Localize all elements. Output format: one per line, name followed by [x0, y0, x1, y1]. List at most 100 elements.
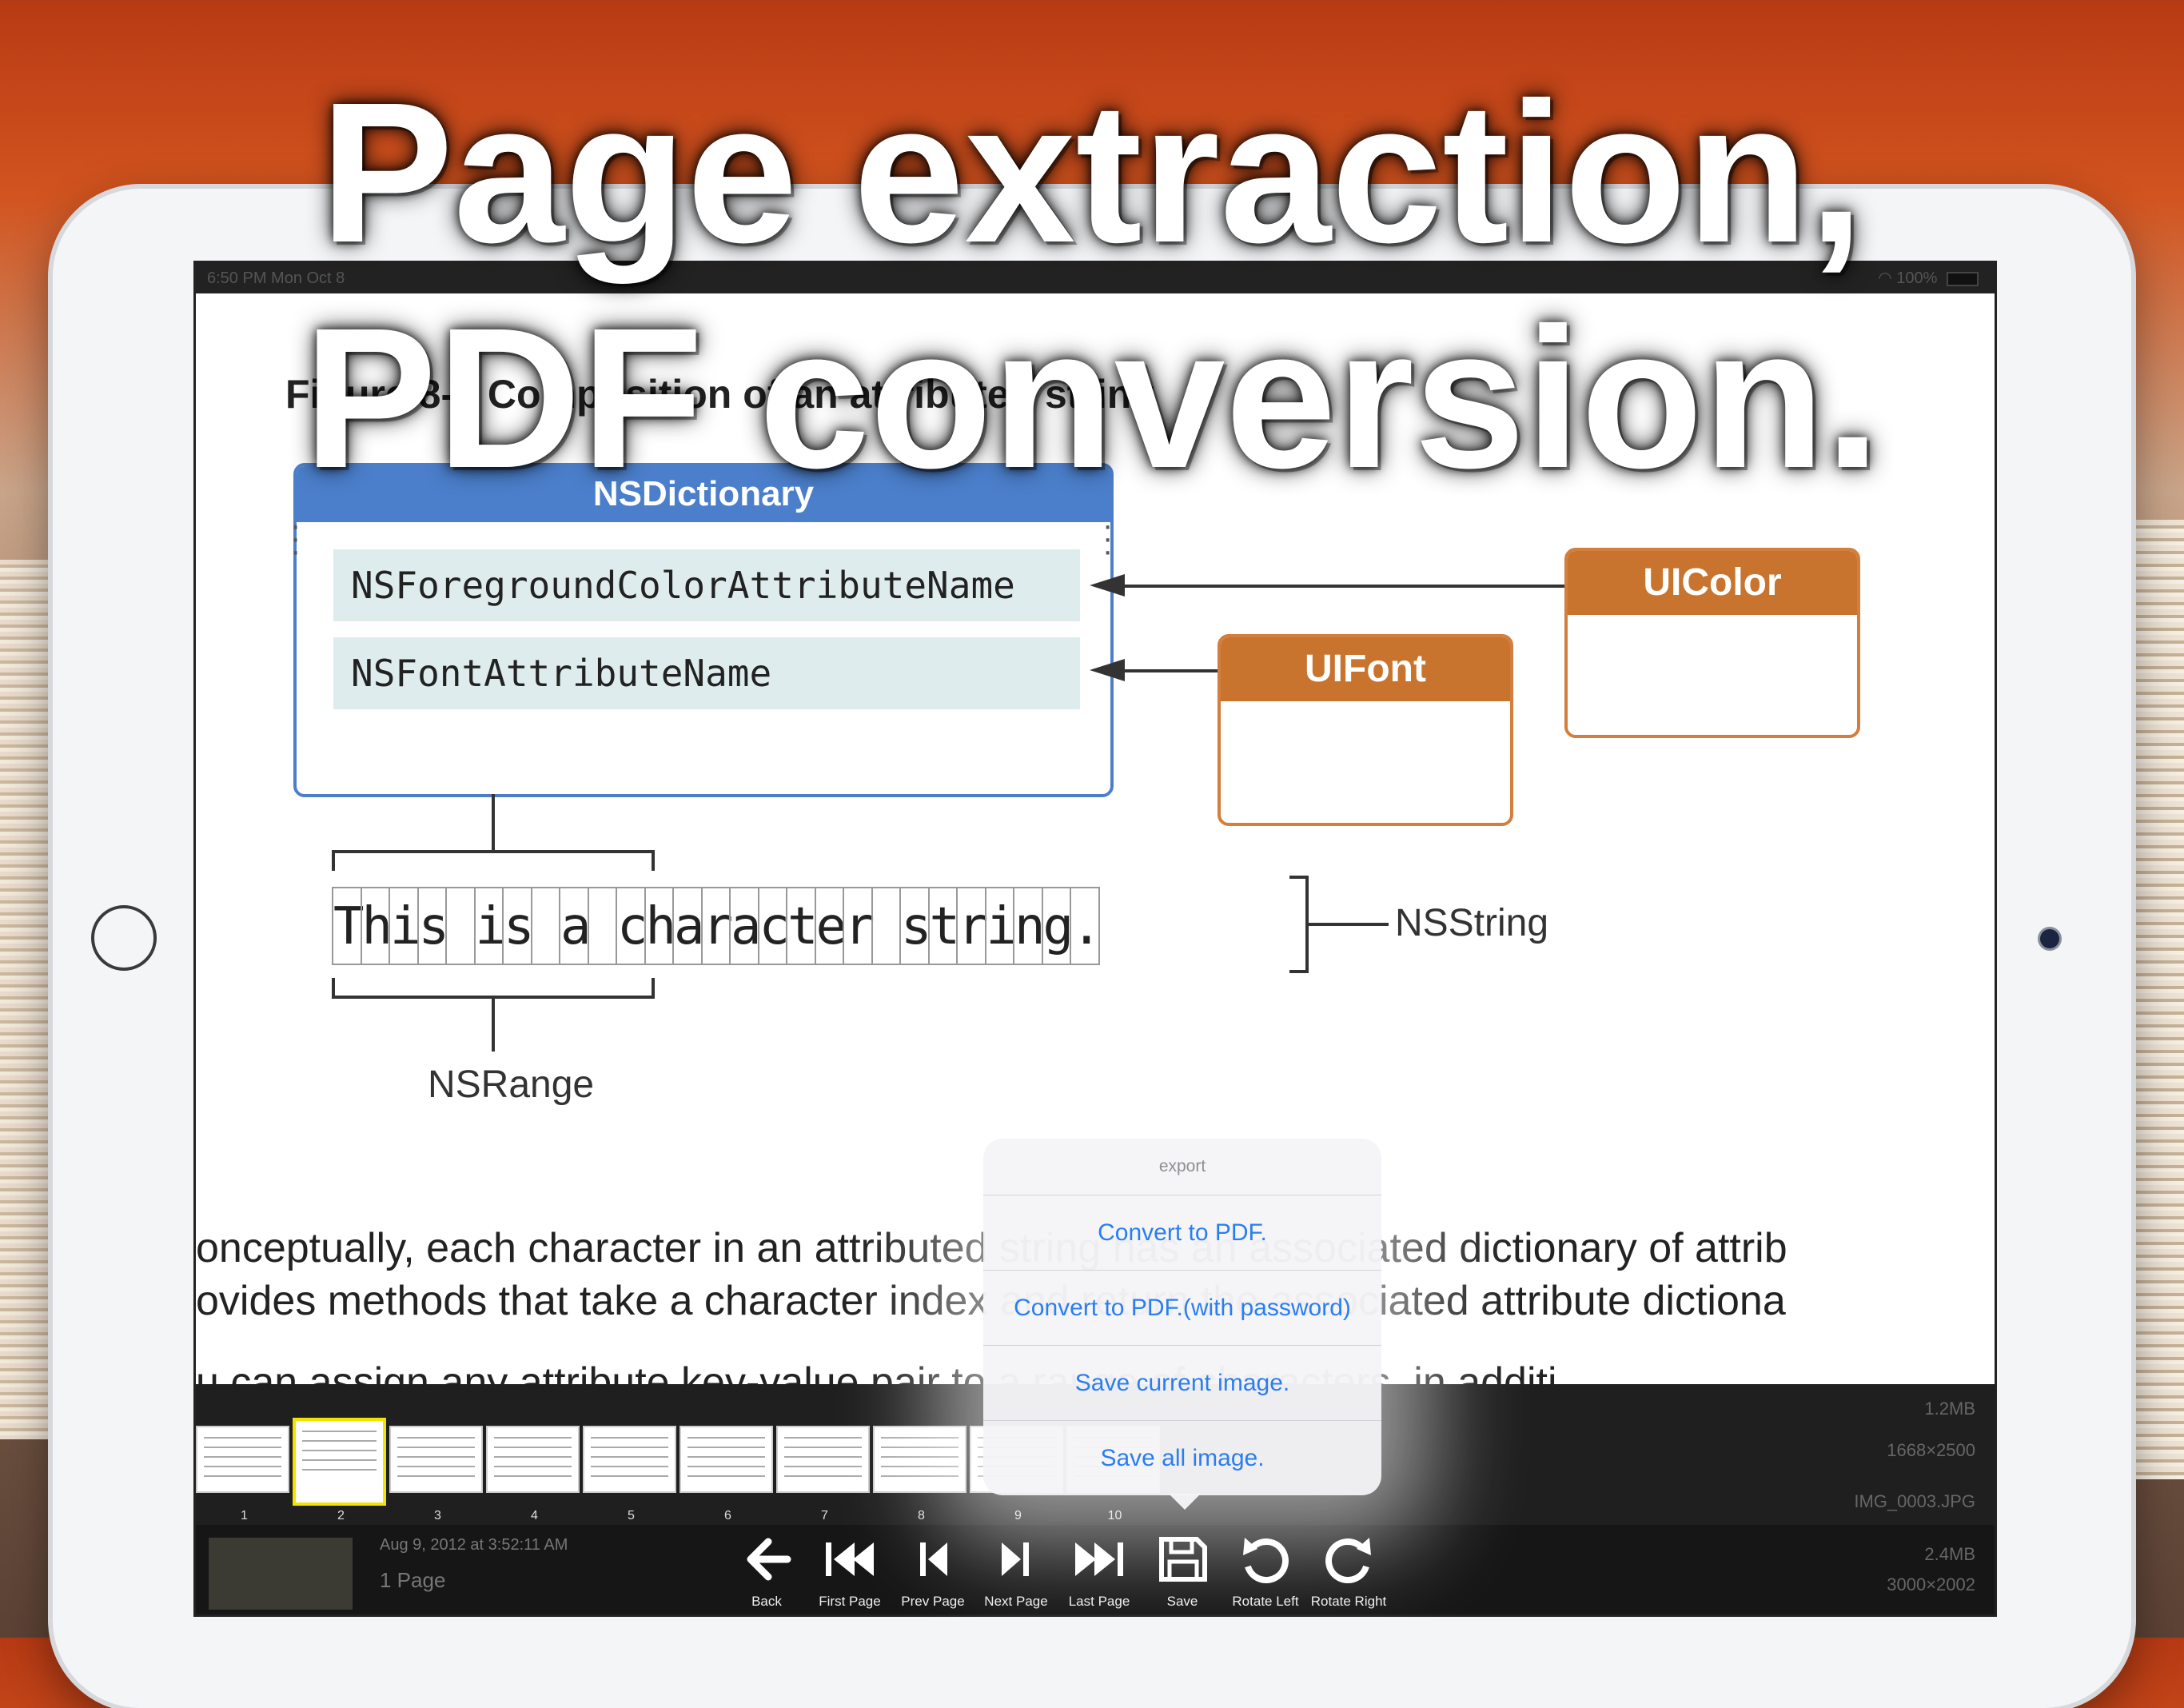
char-cell [871, 887, 901, 965]
rotate-left-icon [1243, 1538, 1289, 1583]
nsstring-bracket-bottom [1289, 970, 1309, 973]
char-cell: i [473, 887, 506, 965]
page-thumbnail[interactable] [389, 1426, 483, 1493]
thumbnail-line [302, 1450, 377, 1451]
nsrange-label: NSRange [428, 1064, 595, 1106]
thumbnail-line [881, 1466, 958, 1467]
char-cell: t [786, 887, 819, 965]
char-cell: r [843, 887, 875, 965]
thumbnail-numbers: 1 2 3 4 5 6 7 8 9 10 [196, 1509, 1163, 1523]
page-thumbnail[interactable] [776, 1426, 870, 1493]
thumbnail-line [494, 1475, 572, 1477]
char-cell: s [416, 887, 449, 965]
meta-page-count: 1 Page [380, 1568, 446, 1592]
thumbnail-line [397, 1475, 475, 1477]
bracket-bottom-left [332, 978, 335, 999]
home-button[interactable] [91, 905, 157, 971]
thumbnail-line [591, 1456, 668, 1458]
headline-line-1: Page extraction, [320, 61, 1864, 284]
next-page-button[interactable]: Next Page [976, 1531, 1056, 1610]
thumbnail-line [881, 1437, 958, 1439]
thumbnail-number: 3 [434, 1509, 441, 1522]
thumbnail-line [784, 1456, 862, 1458]
uifont-title: UIFont [1221, 637, 1510, 701]
rotate-right-button[interactable]: Rotate Right [1309, 1531, 1389, 1610]
thumbnail-line [302, 1469, 377, 1471]
page-thumbnail[interactable] [680, 1426, 773, 1493]
connector-dict [492, 794, 495, 850]
thumbnail-line [687, 1456, 765, 1458]
thumbnail-line [204, 1447, 281, 1448]
bracket-bottom-right [652, 978, 655, 999]
meta-dims-1: 1668×2500 [1887, 1440, 1975, 1460]
thumbnail-line [204, 1456, 281, 1458]
thumbnail-line [494, 1466, 572, 1467]
uicolor-box: UIColor [1564, 548, 1860, 738]
thumbnail-number: 5 [628, 1509, 635, 1522]
thumbnail-line [687, 1437, 765, 1439]
thumbnail-number: 1 [241, 1509, 248, 1522]
dict-row-foreground: NSForegroundColorAttributeName [333, 549, 1080, 621]
file-thumbnail[interactable] [209, 1538, 353, 1610]
last-page-button[interactable]: Last Page [1059, 1531, 1139, 1610]
thumbnail-line [591, 1437, 668, 1439]
char-cell: r [956, 887, 989, 965]
meta-size-2: 2.4MB [1924, 1544, 1975, 1564]
char-cell: . [1070, 887, 1102, 965]
bracket-top-left [332, 850, 335, 871]
page-thumbnail[interactable] [873, 1426, 966, 1493]
prev-page-button[interactable]: Prev Page [893, 1531, 973, 1610]
thumbnail-line [494, 1447, 572, 1448]
meta-filename: IMG_0003.JPG [1854, 1491, 1975, 1511]
next-icon [1002, 1542, 1029, 1576]
save-button[interactable]: Save [1142, 1531, 1222, 1610]
thumbnail-line [687, 1447, 765, 1448]
page-thumbnail[interactable] [486, 1426, 580, 1493]
rotate-left-button[interactable]: Rotate Left [1226, 1531, 1305, 1610]
thumbnail-line [397, 1456, 475, 1458]
connector-range [492, 996, 495, 1052]
thumbnail-line [494, 1437, 572, 1439]
char-cell: a [672, 887, 705, 965]
meta-date: Aug 9, 2012 at 3:52:11 AM [380, 1536, 568, 1554]
convert-to-pdf-option[interactable]: Convert to PDF. [983, 1195, 1381, 1271]
char-cell: g [1041, 887, 1074, 965]
floppy-disk-icon [1159, 1537, 1207, 1582]
export-menu: export Convert to PDF. Convert to PDF.(w… [983, 1139, 1381, 1495]
char-cell: c [757, 887, 790, 965]
skip-first-icon [826, 1542, 874, 1576]
save-current-image-option[interactable]: Save current image. [983, 1346, 1381, 1421]
char-cell: e [814, 887, 847, 965]
thumbnail-line [494, 1456, 572, 1458]
nsstring-bracket-top [1289, 876, 1309, 879]
char-cell: r [700, 887, 733, 965]
thumbnail-line [784, 1475, 862, 1477]
first-page-button[interactable]: First Page [810, 1531, 890, 1610]
save-all-image-option[interactable]: Save all image. [983, 1421, 1381, 1495]
thumbnail-line [591, 1447, 668, 1448]
back-button[interactable]: Back [727, 1531, 807, 1610]
arrow-left-icon [747, 1538, 791, 1581]
thumbnail-line [591, 1466, 668, 1467]
char-cell: i [389, 887, 421, 965]
thumbnail-line [397, 1466, 475, 1467]
meta-size-1: 1.2MB [1924, 1399, 1975, 1419]
nsstring-connector [1309, 923, 1389, 926]
char-cell: a [559, 887, 592, 965]
thumbnail-line [687, 1475, 765, 1477]
page-thumbnail[interactable] [583, 1426, 676, 1493]
skip-last-icon [1075, 1542, 1123, 1576]
char-cell: a [729, 887, 762, 965]
convert-to-pdf-password-option[interactable]: Convert to PDF.(with password) [983, 1271, 1381, 1346]
ellipsis-right: · · · [1102, 508, 1114, 569]
uifont-box: UIFont [1218, 634, 1513, 826]
thumbnail-number: 9 [1014, 1509, 1022, 1522]
thumbnail-line [591, 1475, 668, 1477]
page-thumbnail[interactable] [293, 1418, 386, 1506]
thumbnail-line [302, 1459, 377, 1461]
thumbnail-line [397, 1437, 475, 1439]
page-thumbnail[interactable] [196, 1426, 289, 1493]
bracket-top [332, 850, 655, 853]
rotate-right-icon [1325, 1538, 1371, 1583]
thumbnail-number: 6 [724, 1509, 731, 1522]
